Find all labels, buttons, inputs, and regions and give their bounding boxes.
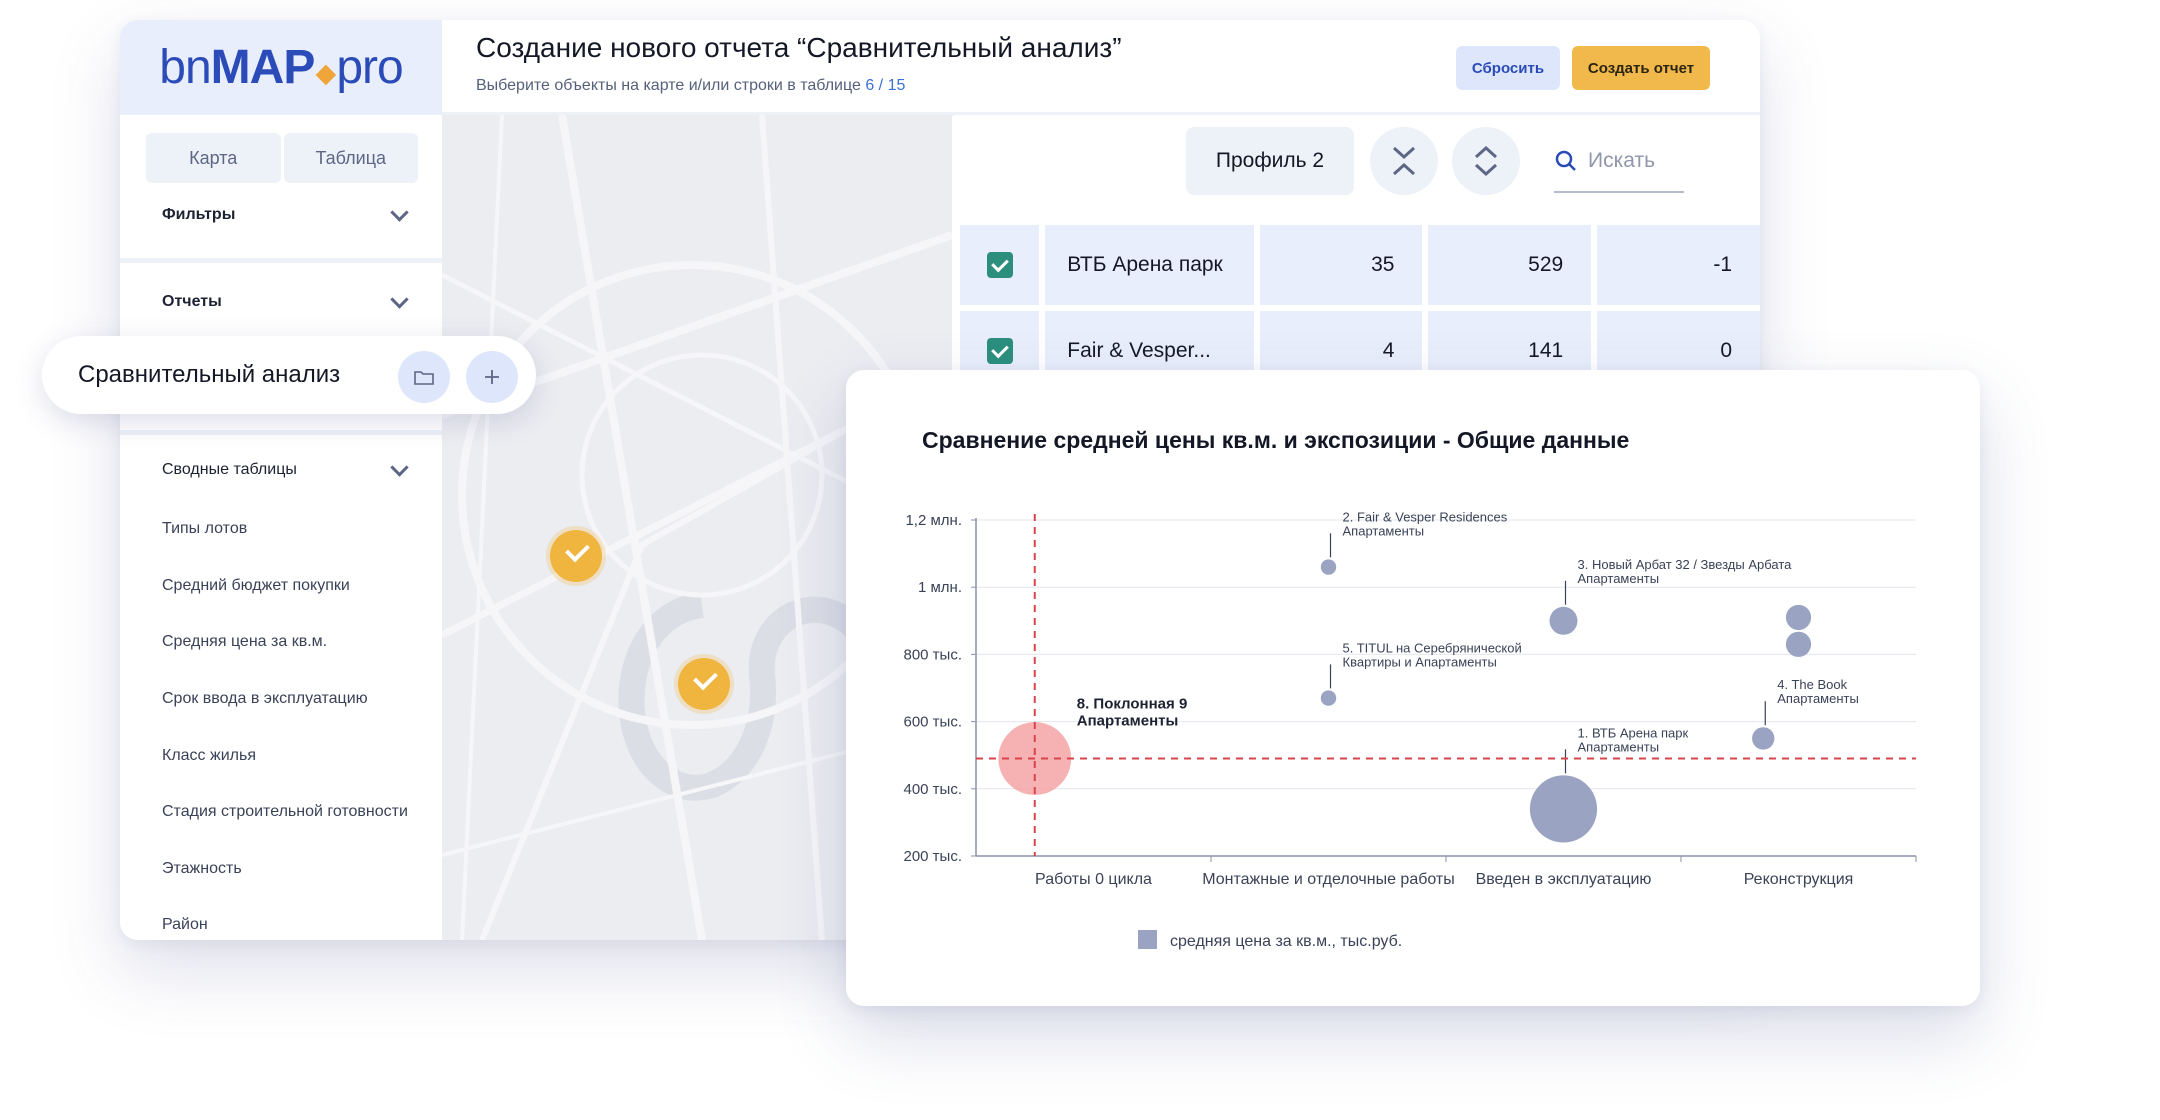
divider [120,430,442,435]
chevron-down-icon [390,457,409,477]
x-tick-label: Работы 0 цикла [1035,871,1152,888]
x-tick-label: Реконструкция [1744,871,1854,888]
sidebar-item-avg-price[interactable]: Средняя цена за кв.м. [162,633,327,651]
chevron-down-icon [390,202,409,222]
checkbox-checked[interactable] [986,338,1013,364]
table-row[interactable]: ВТБ Арена парк 35 529 -1 [960,225,1760,305]
map-marker[interactable] [678,658,730,710]
table-cell-value: 35 [1259,225,1423,305]
bubble-label: 3. Новый Арбат 32 / Звезды Арбата [1578,557,1793,572]
sidebar-item-construction-stage[interactable]: Стадия строительной готовности [162,803,408,821]
pivot-tables-section[interactable]: Сводные таблицы [162,455,412,485]
collapse-icon [1392,146,1416,176]
active-report-pill[interactable]: Сравнительный анализ [42,336,536,414]
y-tick-label: 600 тыс. [903,714,962,731]
y-tick-label: 800 тыс. [903,646,962,663]
create-report-button[interactable]: Создать отчет [1572,46,1710,90]
checkbox-checked[interactable] [986,252,1013,278]
object-name: ВТБ Арена парк [1045,225,1254,305]
logo-text-map: MAP [210,41,316,94]
bnmap-logo[interactable]: bn MAP ⬥ pro [159,40,403,95]
data-bubble [1785,604,1812,631]
sidebar-item-avg-budget[interactable]: Средний бюджет покупки [162,577,350,595]
reports-section[interactable]: Отчеты [162,287,412,317]
subtitle-text: Выберите объекты на карте и/или строки в… [476,77,861,94]
divider [120,258,442,263]
bubble-label: 1. ВТБ Арена парк [1578,725,1689,740]
profile-button[interactable]: Профиль 2 [1186,127,1354,195]
page-title: Создание нового отчета “Сравнительный ан… [476,32,1122,63]
table-cell-value: -1 [1597,225,1760,305]
bubble-label: 4. The Book [1777,677,1847,692]
data-bubble [1320,690,1337,706]
folder-button[interactable] [398,351,450,403]
bubble-label: 5. TITUL на Серебрянической [1343,640,1522,655]
selected-count: 6 / 15 [865,77,906,94]
sidebar-item-floors[interactable]: Этажность [162,860,242,878]
sidebar-item-district[interactable]: Район [162,916,208,934]
x-tick-label: Введен в эксплуатацию [1476,871,1652,888]
sidebar-item-commissioning[interactable]: Срок ввода в эксплуатацию [162,690,368,708]
table-cell-value: 529 [1428,225,1592,305]
bubble-label: 2. Fair & Vesper Residences [1343,509,1508,524]
sidebar-item-housing-class[interactable]: Класс жилья [162,747,256,765]
sidebar: Карта Таблица Фильтры Отчеты Сводные таб… [120,115,442,940]
bubble-label: Апартаменты [1077,713,1179,730]
data-bubble [1785,631,1812,657]
bubble-label: Квартиры и Апартаменты [1343,654,1497,669]
bubble-label: Апартаменты [1777,691,1859,706]
x-tick-label: Монтажные и отделочные работы [1202,871,1455,888]
view-tabs: Карта Таблица [146,133,418,183]
reset-button[interactable]: Сбросить [1456,46,1560,90]
chart-title: Сравнение средней цены кв.м. и экспозици… [922,427,1629,453]
y-tick-label: 400 тыс. [903,781,962,798]
data-bubble [1549,606,1578,635]
chart-card: Сравнение средней цены кв.м. и экспозици… [846,370,1980,1006]
y-tick-label: 200 тыс. [903,848,962,865]
bubble-chart: Сравнение средней цены кв.м. и экспозици… [903,427,1917,950]
expand-icon [1474,145,1498,177]
bubble-label: Апартаменты [1578,571,1660,586]
y-tick-label: 1 млн. [918,579,962,596]
plus-icon [485,370,499,384]
search-field[interactable]: Искать [1554,135,1684,193]
data-bubble [1529,775,1598,843]
page-header: Создание нового отчета “Сравнительный ан… [442,20,1760,116]
legend-swatch [1138,930,1157,949]
map-marker[interactable] [550,530,602,582]
tab-map[interactable]: Карта [146,133,281,183]
logo-area: bn MAP ⬥ pro [120,20,442,115]
row-checkbox-cell[interactable] [960,225,1040,305]
bubble-label: Апартаменты [1578,739,1660,754]
logo-text-bn: bn [159,41,211,94]
location-pin-icon: ⬥ [315,57,336,90]
sidebar-item-lot-types[interactable]: Типы лотов [162,520,247,538]
search-placeholder: Искать [1588,149,1656,172]
logo-text-pro: pro [336,41,403,94]
page-subtitle: Выберите объекты на карте и/или строки в… [476,77,905,95]
search-icon [1555,150,1576,171]
pivot-tables-label: Сводные таблицы [162,461,297,478]
tab-table[interactable]: Таблица [283,133,418,183]
collapse-all-button[interactable] [1370,127,1438,195]
add-button[interactable] [466,351,518,403]
reports-label: Отчеты [162,293,222,310]
bubble-label: Апартаменты [1343,523,1425,538]
bubble-label: 8. Поклонная 9 [1077,696,1188,713]
folder-icon [414,371,434,385]
data-bubble [1752,727,1775,750]
legend-label: средняя цена за кв.м., тыс.руб. [1170,933,1402,950]
y-tick-label: 1,2 млн. [905,512,962,529]
filters-label: Фильтры [162,206,236,223]
filters-section[interactable]: Фильтры [162,200,412,230]
chevron-down-icon [390,289,409,309]
expand-all-button[interactable] [1452,127,1520,195]
data-bubble [1320,559,1337,575]
active-report-label: Сравнительный анализ [78,361,341,388]
